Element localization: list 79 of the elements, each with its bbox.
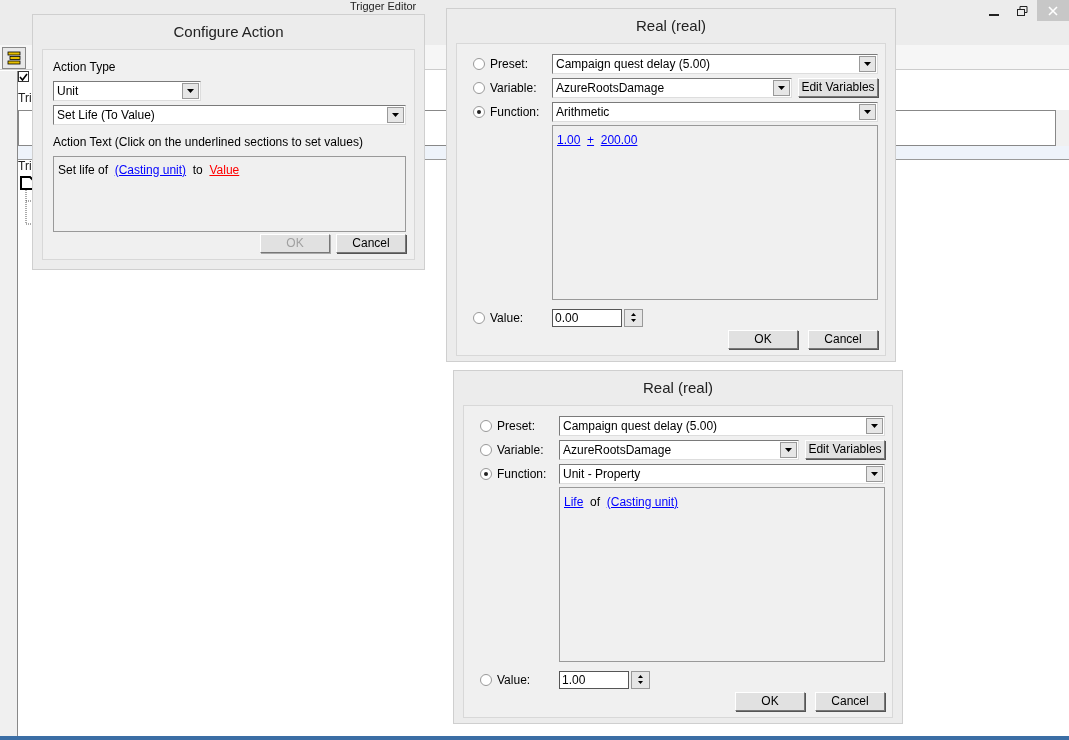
dialog-button: OK [260, 234, 330, 253]
field-label: Variable: [490, 79, 538, 97]
field-label: Action Type [53, 58, 117, 76]
checkbox[interactable] [18, 71, 29, 82]
field-label: Value: [490, 309, 525, 327]
dialog-button[interactable]: OK [735, 691, 805, 711]
dropdown[interactable]: Unit - Property [559, 463, 885, 484]
radio-button[interactable] [473, 57, 485, 70]
dropdown-button[interactable] [859, 55, 876, 72]
link[interactable]: (Casting unit) [606, 494, 679, 509]
dropdown[interactable]: Campaign quest delay (5.00) [559, 415, 885, 436]
edit-variables-button[interactable]: Edit Variables [805, 440, 885, 459]
dialog-title: Real (real) [635, 16, 707, 36]
field-label: Action Text (Click on the underlined sections to set values) [53, 133, 364, 151]
dropdown[interactable]: AzureRootsDamage [559, 439, 799, 460]
dialog-button[interactable]: Cancel [808, 329, 878, 349]
dialog-title: Real (real) [642, 378, 714, 398]
radio-button[interactable] [480, 419, 492, 432]
field-label: Variable: [497, 441, 545, 459]
link[interactable]: (Casting unit) [114, 162, 187, 177]
expression-word: of [590, 494, 601, 509]
align-icon [7, 51, 21, 65]
radio-button[interactable] [480, 673, 492, 686]
link[interactable]: + [587, 132, 595, 147]
field-label: Function: [497, 465, 548, 483]
dropdown[interactable]: Set Life (To Value) [53, 104, 406, 125]
dropdown-button[interactable] [866, 417, 883, 434]
radio-button[interactable] [480, 443, 492, 456]
window-title: Trigger Editor [350, 0, 417, 13]
link[interactable]: Life [564, 494, 584, 509]
caret-icon [777, 84, 786, 91]
dropdown-button[interactable] [182, 82, 199, 99]
edit-variables-button[interactable]: Edit Variables [798, 78, 878, 97]
caret-icon [863, 60, 872, 67]
radio-button[interactable] [473, 105, 485, 118]
field-label: Function: [490, 103, 541, 121]
link[interactable]: 200.00 [600, 132, 638, 147]
radio-button[interactable] [480, 467, 492, 480]
link[interactable]: Value [209, 162, 240, 177]
field-label: Value: [497, 671, 532, 689]
field-label: Preset: [490, 55, 529, 73]
field-label: Preset: [497, 417, 536, 435]
dropdown-button[interactable] [773, 79, 790, 96]
action-word: Set life of [58, 162, 109, 177]
section-label: Tri [18, 90, 32, 107]
action-word: to [192, 162, 203, 177]
checkmark-icon [19, 72, 28, 81]
scrollbar[interactable] [1056, 110, 1069, 146]
dropdown[interactable]: Unit [53, 80, 201, 101]
dialog-button[interactable]: OK [728, 329, 798, 349]
dialog-button[interactable]: Cancel [336, 234, 406, 253]
radio-button[interactable] [473, 311, 485, 324]
caret-icon [870, 470, 879, 477]
caret-icon [784, 446, 793, 453]
down-arrow-icon [631, 319, 636, 322]
up-arrow-icon [631, 313, 636, 316]
toolbar-button[interactable] [2, 47, 26, 69]
spin-button[interactable] [624, 308, 643, 327]
up-arrow-icon [638, 675, 643, 678]
caret-icon [863, 108, 872, 115]
value-input[interactable]: 0.00 [552, 308, 622, 327]
dropdown-button[interactable] [866, 465, 883, 482]
link[interactable]: 1.00 [557, 132, 581, 147]
dropdown[interactable]: AzureRootsDamage [552, 77, 792, 98]
dropdown-button[interactable] [859, 103, 876, 120]
dropdown-button[interactable] [780, 441, 797, 458]
dialog-title: Configure Action [172, 22, 285, 42]
spin-button[interactable] [631, 670, 650, 689]
dropdown[interactable]: Arithmetic [552, 101, 878, 122]
caret-icon [870, 422, 879, 429]
value-input[interactable]: 1.00 [559, 670, 629, 689]
section-label: Tri [18, 158, 32, 175]
caret-icon [391, 111, 400, 118]
down-arrow-icon [638, 681, 643, 684]
caret-icon [186, 87, 195, 94]
radio-button[interactable] [473, 81, 485, 94]
dialog-button[interactable]: Cancel [815, 691, 885, 711]
dropdown[interactable]: Campaign quest delay (5.00) [552, 53, 878, 74]
dropdown-button[interactable] [387, 106, 404, 123]
